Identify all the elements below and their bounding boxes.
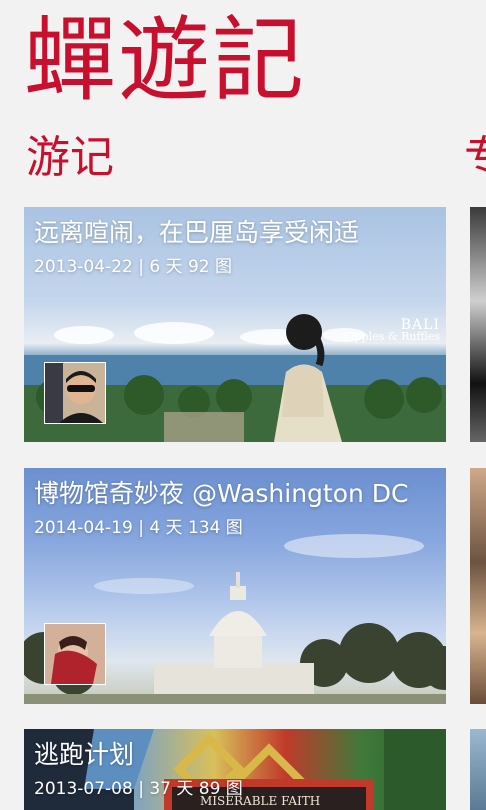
- trip-card[interactable]: 远离喧闹，在巴厘岛享受闲适 2013-04-22 | 6 天 92 图 BALI…: [24, 207, 446, 442]
- trip-card[interactable]: MISERABLE FAITH 逃跑计划 2013-07-08 | 37 天 8…: [24, 729, 446, 810]
- section-header-next[interactable]: 专: [464, 128, 486, 188]
- avatar-portrait-icon: [45, 363, 105, 423]
- author-avatar[interactable]: [44, 362, 106, 424]
- app-title: 蟬遊記: [24, 7, 307, 114]
- next-section-card-peek[interactable]: [470, 729, 486, 810]
- trip-meta: 2013-04-22 | 6 天 92 图: [34, 257, 232, 277]
- trip-meta: 2013-07-08 | 37 天 89 图: [34, 779, 243, 799]
- trip-title: 博物馆奇妙夜 @Washington DC: [34, 479, 409, 508]
- watermark-subtitle: Ripples & Ruffles: [342, 330, 440, 343]
- trip-meta: 2014-04-19 | 4 天 134 图: [34, 518, 243, 538]
- next-section-card-peek[interactable]: [470, 207, 486, 442]
- trip-title: 远离喧闹，在巴厘岛享受闲适: [34, 218, 360, 247]
- trip-card[interactable]: 博物馆奇妙夜 @Washington DC 2014-04-19 | 4 天 1…: [24, 468, 446, 704]
- author-avatar[interactable]: [44, 623, 106, 685]
- trip-title: 逃跑计划: [34, 740, 135, 769]
- next-section-card-peek[interactable]: [470, 468, 486, 704]
- avatar-portrait-icon: [45, 624, 105, 684]
- photo-watermark: BALI Ripples & Ruffles: [342, 318, 440, 343]
- section-header-travelogues[interactable]: 游记: [26, 128, 114, 188]
